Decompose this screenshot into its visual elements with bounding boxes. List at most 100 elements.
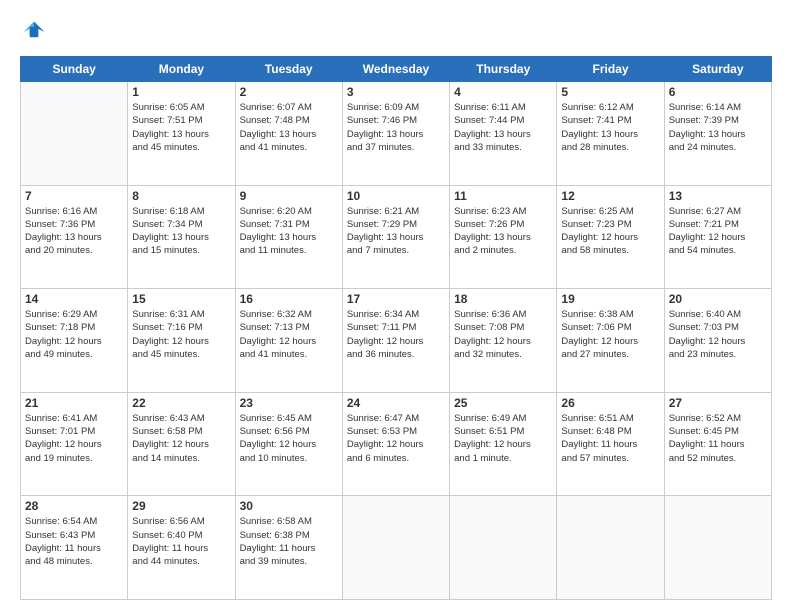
calendar-header-row: SundayMondayTuesdayWednesdayThursdayFrid… — [21, 57, 772, 82]
day-number: 12 — [561, 189, 659, 203]
day-info: Sunrise: 6:47 AM Sunset: 6:53 PM Dayligh… — [347, 412, 445, 465]
calendar-cell: 19 Sunrise: 6:38 AM Sunset: 7:06 PM Dayli… — [557, 289, 664, 393]
calendar-cell: 8 Sunrise: 6:18 AM Sunset: 7:34 PM Daylig… — [128, 185, 235, 289]
day-info: Sunrise: 6:20 AM Sunset: 7:31 PM Dayligh… — [240, 205, 338, 258]
day-info: Sunrise: 6:05 AM Sunset: 7:51 PM Dayligh… — [132, 101, 230, 154]
calendar-cell: 7 Sunrise: 6:16 AM Sunset: 7:36 PM Daylig… — [21, 185, 128, 289]
calendar-cell — [450, 496, 557, 600]
header — [20, 18, 772, 46]
calendar-cell: 24 Sunrise: 6:47 AM Sunset: 6:53 PM Dayli… — [342, 392, 449, 496]
day-of-week-thursday: Thursday — [450, 57, 557, 82]
calendar-cell: 13 Sunrise: 6:27 AM Sunset: 7:21 PM Dayli… — [664, 185, 771, 289]
page: SundayMondayTuesdayWednesdayThursdayFrid… — [0, 0, 792, 612]
day-number: 22 — [132, 396, 230, 410]
calendar-cell: 10 Sunrise: 6:21 AM Sunset: 7:29 PM Dayli… — [342, 185, 449, 289]
calendar-cell: 25Sunrise: 6:49 AM Sunset: 6:51 PM Dayli… — [450, 392, 557, 496]
day-info: Sunrise: 6:12 AM Sunset: 7:41 PM Dayligh… — [561, 101, 659, 154]
calendar-cell: 15 Sunrise: 6:31 AM Sunset: 7:16 PM Dayli… — [128, 289, 235, 393]
day-info: Sunrise: 6:32 AM Sunset: 7:13 PM Dayligh… — [240, 308, 338, 361]
day-info: Sunrise: 6:25 AM Sunset: 7:23 PM Dayligh… — [561, 205, 659, 258]
calendar-cell — [664, 496, 771, 600]
day-number: 28 — [25, 499, 123, 513]
calendar-cell: 16 Sunrise: 6:32 AM Sunset: 7:13 PM Dayli… — [235, 289, 342, 393]
day-number: 11 — [454, 189, 552, 203]
day-info: Sunrise: 6:36 AM Sunset: 7:08 PM Dayligh… — [454, 308, 552, 361]
week-row-4: 21Sunrise: 6:41 AM Sunset: 7:01 PM Dayli… — [21, 392, 772, 496]
week-row-3: 14Sunrise: 6:29 AM Sunset: 7:18 PM Dayli… — [21, 289, 772, 393]
calendar-cell: 9 Sunrise: 6:20 AM Sunset: 7:31 PM Daylig… — [235, 185, 342, 289]
day-number: 3 — [347, 85, 445, 99]
calendar-cell — [21, 82, 128, 186]
day-info: Sunrise: 6:16 AM Sunset: 7:36 PM Dayligh… — [25, 205, 123, 258]
day-number: 5 — [561, 85, 659, 99]
calendar-cell: 21Sunrise: 6:41 AM Sunset: 7:01 PM Dayli… — [21, 392, 128, 496]
day-number: 6 — [669, 85, 767, 99]
calendar-cell: 1 Sunrise: 6:05 AM Sunset: 7:51 PM Daylig… — [128, 82, 235, 186]
day-info: Sunrise: 6:23 AM Sunset: 7:26 PM Dayligh… — [454, 205, 552, 258]
day-info: Sunrise: 6:45 AM Sunset: 6:56 PM Dayligh… — [240, 412, 338, 465]
calendar-cell: 17Sunrise: 6:34 AM Sunset: 7:11 PM Dayli… — [342, 289, 449, 393]
day-number: 24 — [347, 396, 445, 410]
logo — [20, 18, 52, 46]
day-of-week-sunday: Sunday — [21, 57, 128, 82]
day-info: Sunrise: 6:38 AM Sunset: 7:06 PM Dayligh… — [561, 308, 659, 361]
day-info: Sunrise: 6:43 AM Sunset: 6:58 PM Dayligh… — [132, 412, 230, 465]
day-of-week-tuesday: Tuesday — [235, 57, 342, 82]
day-of-week-monday: Monday — [128, 57, 235, 82]
day-info: Sunrise: 6:56 AM Sunset: 6:40 PM Dayligh… — [132, 515, 230, 568]
day-info: Sunrise: 6:51 AM Sunset: 6:48 PM Dayligh… — [561, 412, 659, 465]
calendar-cell: 11 Sunrise: 6:23 AM Sunset: 7:26 PM Dayli… — [450, 185, 557, 289]
day-info: Sunrise: 6:18 AM Sunset: 7:34 PM Dayligh… — [132, 205, 230, 258]
day-info: Sunrise: 6:58 AM Sunset: 6:38 PM Dayligh… — [240, 515, 338, 568]
day-info: Sunrise: 6:31 AM Sunset: 7:16 PM Dayligh… — [132, 308, 230, 361]
day-number: 2 — [240, 85, 338, 99]
day-of-week-saturday: Saturday — [664, 57, 771, 82]
day-number: 13 — [669, 189, 767, 203]
day-number: 9 — [240, 189, 338, 203]
day-number: 14 — [25, 292, 123, 306]
logo-icon — [20, 18, 48, 46]
day-number: 19 — [561, 292, 659, 306]
day-number: 4 — [454, 85, 552, 99]
day-info: Sunrise: 6:40 AM Sunset: 7:03 PM Dayligh… — [669, 308, 767, 361]
day-info: Sunrise: 6:07 AM Sunset: 7:48 PM Dayligh… — [240, 101, 338, 154]
day-of-week-wednesday: Wednesday — [342, 57, 449, 82]
day-number: 7 — [25, 189, 123, 203]
calendar-cell: 30 Sunrise: 6:58 AM Sunset: 6:38 PM Dayli… — [235, 496, 342, 600]
calendar-cell: 28Sunrise: 6:54 AM Sunset: 6:43 PM Dayli… — [21, 496, 128, 600]
day-number: 29 — [132, 499, 230, 513]
calendar-cell: 3 Sunrise: 6:09 AM Sunset: 7:46 PM Daylig… — [342, 82, 449, 186]
day-number: 27 — [669, 396, 767, 410]
day-number: 20 — [669, 292, 767, 306]
calendar-cell: 18 Sunrise: 6:36 AM Sunset: 7:08 PM Dayli… — [450, 289, 557, 393]
day-number: 18 — [454, 292, 552, 306]
calendar-cell: 22 Sunrise: 6:43 AM Sunset: 6:58 PM Dayli… — [128, 392, 235, 496]
day-number: 15 — [132, 292, 230, 306]
calendar-cell: 29 Sunrise: 6:56 AM Sunset: 6:40 PM Dayli… — [128, 496, 235, 600]
day-number: 30 — [240, 499, 338, 513]
day-info: Sunrise: 6:14 AM Sunset: 7:39 PM Dayligh… — [669, 101, 767, 154]
calendar-table: SundayMondayTuesdayWednesdayThursdayFrid… — [20, 56, 772, 600]
week-row-2: 7 Sunrise: 6:16 AM Sunset: 7:36 PM Daylig… — [21, 185, 772, 289]
day-number: 16 — [240, 292, 338, 306]
day-number: 1 — [132, 85, 230, 99]
day-info: Sunrise: 6:34 AM Sunset: 7:11 PM Dayligh… — [347, 308, 445, 361]
calendar-cell: 27 Sunrise: 6:52 AM Sunset: 6:45 PM Dayli… — [664, 392, 771, 496]
calendar-cell: 6 Sunrise: 6:14 AM Sunset: 7:39 PM Daylig… — [664, 82, 771, 186]
calendar-cell: 14Sunrise: 6:29 AM Sunset: 7:18 PM Dayli… — [21, 289, 128, 393]
day-info: Sunrise: 6:21 AM Sunset: 7:29 PM Dayligh… — [347, 205, 445, 258]
calendar-cell: 23 Sunrise: 6:45 AM Sunset: 6:56 PM Dayli… — [235, 392, 342, 496]
day-of-week-friday: Friday — [557, 57, 664, 82]
day-number: 10 — [347, 189, 445, 203]
calendar-cell — [557, 496, 664, 600]
day-info: Sunrise: 6:27 AM Sunset: 7:21 PM Dayligh… — [669, 205, 767, 258]
calendar-cell: 5 Sunrise: 6:12 AM Sunset: 7:41 PM Daylig… — [557, 82, 664, 186]
day-info: Sunrise: 6:09 AM Sunset: 7:46 PM Dayligh… — [347, 101, 445, 154]
day-number: 8 — [132, 189, 230, 203]
day-info: Sunrise: 6:52 AM Sunset: 6:45 PM Dayligh… — [669, 412, 767, 465]
day-number: 21 — [25, 396, 123, 410]
day-number: 23 — [240, 396, 338, 410]
calendar-cell: 26Sunrise: 6:51 AM Sunset: 6:48 PM Dayli… — [557, 392, 664, 496]
week-row-1: 1 Sunrise: 6:05 AM Sunset: 7:51 PM Daylig… — [21, 82, 772, 186]
day-info: Sunrise: 6:49 AM Sunset: 6:51 PM Dayligh… — [454, 412, 552, 465]
